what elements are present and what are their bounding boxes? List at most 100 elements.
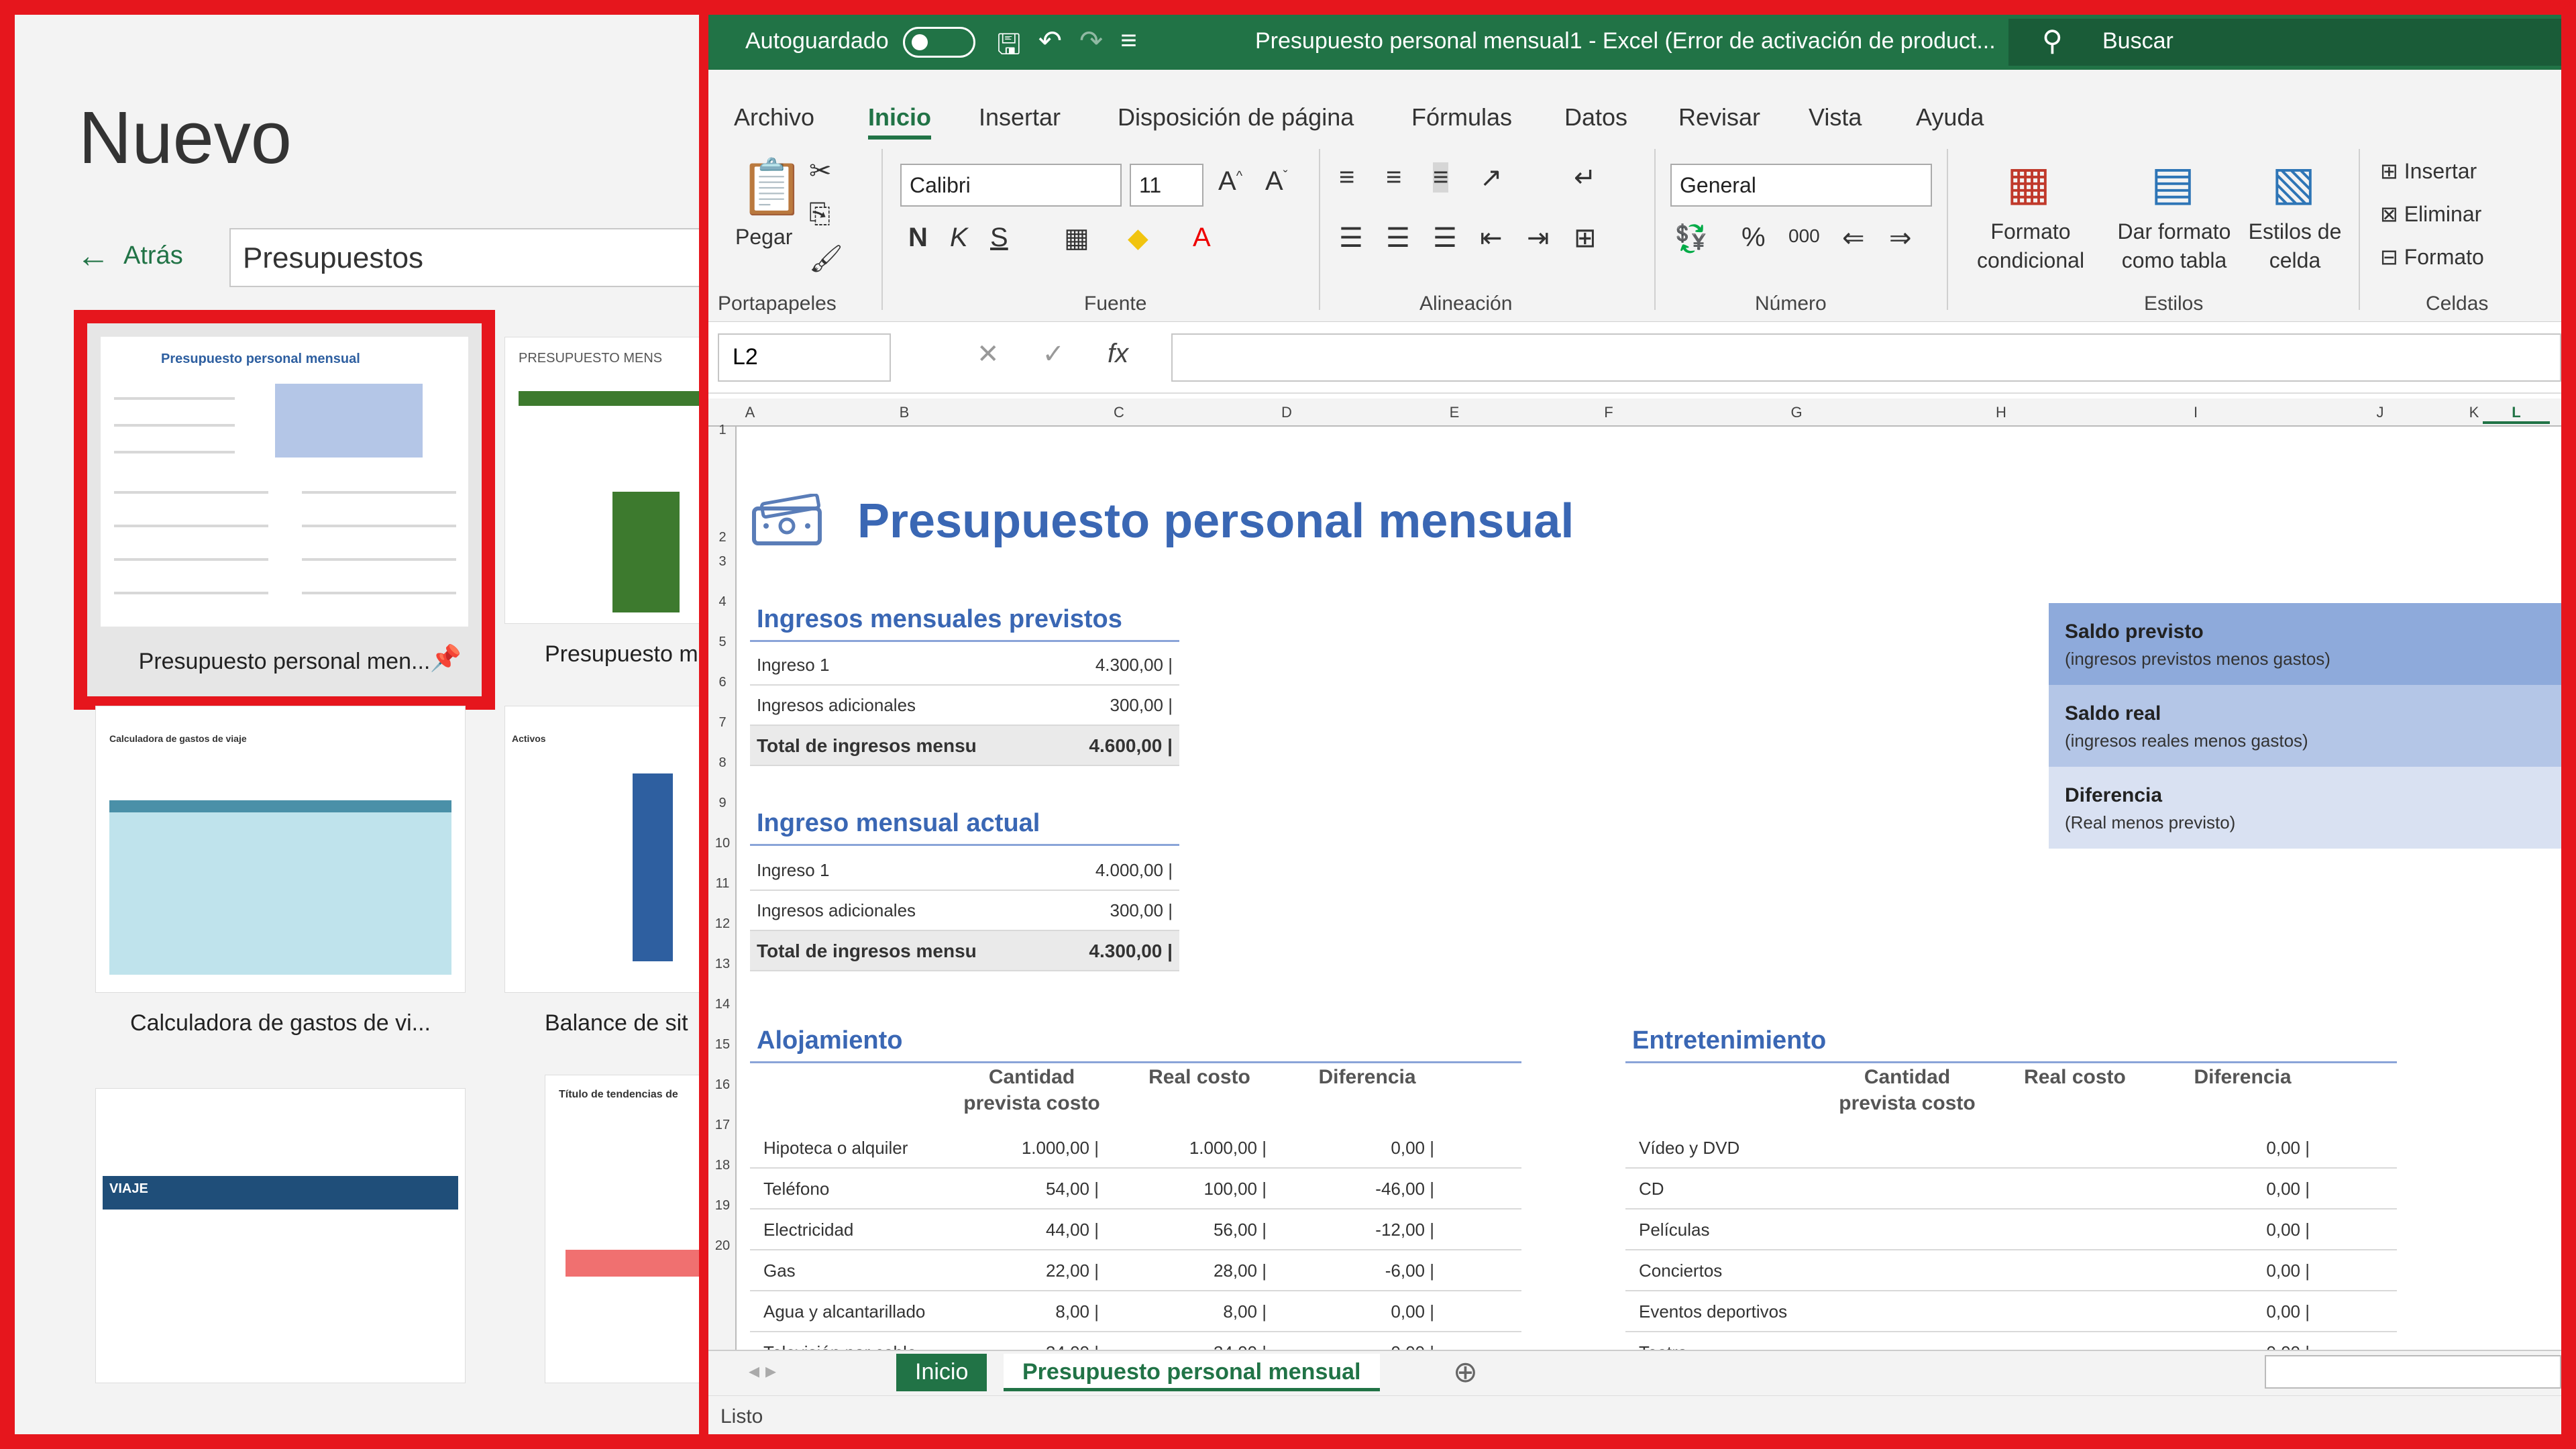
enter-icon[interactable]: ✓	[1042, 339, 1065, 370]
add-sheet-icon[interactable]: ⊕	[1453, 1355, 1478, 1389]
bold-button[interactable]: N	[908, 223, 928, 253]
row-label[interactable]: Total de ingresos mensu	[757, 735, 998, 757]
conditional-format-icon[interactable]: ▦	[2006, 156, 2051, 211]
formula-input[interactable]	[1171, 333, 2561, 382]
format-cells-button[interactable]: ⊟ Formato	[2380, 243, 2484, 272]
expense-label[interactable]: Vídeo y DVD	[1639, 1138, 1887, 1159]
expense-value[interactable]: 0,00 |	[2169, 1179, 2310, 1199]
expense-label[interactable]: Películas	[1639, 1220, 1887, 1240]
expense-value[interactable]: 100,00 |	[1126, 1179, 1267, 1199]
back-button[interactable]: ← Atrás	[76, 236, 183, 275]
customize-icon[interactable]: ≡	[1120, 24, 1137, 72]
expense-value[interactable]: 28,00 |	[1126, 1260, 1267, 1281]
conditional-format-button[interactable]: Formato condicional	[1960, 217, 2101, 275]
autosave-toggle[interactable]	[903, 27, 975, 58]
cut-icon[interactable]: ✂	[809, 156, 832, 186]
decrease-indent-icon[interactable]: ⇤	[1480, 223, 1503, 254]
row-header[interactable]: 4	[708, 594, 737, 610]
row-header[interactable]: 17	[708, 1118, 737, 1133]
thousands-icon[interactable]: 000	[1788, 225, 1820, 247]
column-header[interactable]: C	[1045, 404, 1193, 421]
row-header[interactable]: 6	[708, 675, 737, 690]
tab-vista[interactable]: Vista	[1809, 103, 1862, 131]
expense-value[interactable]: 0,00 |	[2169, 1138, 2310, 1159]
tab-datos[interactable]: Datos	[1564, 103, 1627, 131]
template-card[interactable]: Título de tendencias de	[545, 1075, 699, 1383]
align-right-icon[interactable]: ☰	[1433, 223, 1457, 254]
expense-value[interactable]: 0,00 |	[1293, 1138, 1434, 1159]
format-table-button[interactable]: Dar formato como tabla	[2104, 217, 2245, 275]
worksheet[interactable]: Presupuesto personal mensual Ingresos me…	[737, 427, 2561, 1352]
row-header[interactable]: 12	[708, 916, 737, 932]
row-value[interactable]: 4.000,00 |	[1005, 860, 1173, 881]
row-header[interactable]: 15	[708, 1037, 737, 1053]
tab-disposicion[interactable]: Disposición de página	[1118, 103, 1354, 131]
row-value[interactable]: 300,00 |	[1005, 900, 1173, 921]
italic-button[interactable]: K	[950, 223, 968, 253]
expense-value[interactable]: 54,00 |	[958, 1179, 1099, 1199]
align-top-icon[interactable]: ≡	[1339, 162, 1354, 193]
column-header[interactable]: K	[2467, 404, 2481, 421]
column-header[interactable]: I	[2098, 404, 2293, 421]
tab-scroll-icon[interactable]: ◂ ▸	[749, 1358, 776, 1383]
pin-icon[interactable]: 📌	[430, 644, 462, 674]
row-label[interactable]: Ingreso 1	[757, 860, 998, 881]
undo-icon[interactable]: ↶	[1038, 24, 1062, 72]
template-card[interactable]: PRESUPUESTO MENS Presupuesto me	[504, 337, 699, 667]
row-header[interactable]: 8	[708, 755, 737, 771]
format-table-icon[interactable]: ▤	[2151, 156, 2195, 211]
row-header[interactable]: 18	[708, 1158, 737, 1173]
expense-value[interactable]: 44,00 |	[958, 1220, 1099, 1240]
paste-icon[interactable]: 📋	[739, 156, 806, 219]
expense-value[interactable]: 1.000,00 |	[958, 1138, 1099, 1159]
expense-value[interactable]: 0,00 |	[1293, 1301, 1434, 1322]
column-header[interactable]: H	[1904, 404, 2098, 421]
align-left-icon[interactable]: ☰	[1339, 223, 1363, 254]
template-card[interactable]: VIAJE	[95, 1088, 466, 1383]
row-header[interactable]: 1	[708, 423, 737, 438]
expense-value[interactable]: -12,00 |	[1293, 1220, 1434, 1240]
cell-styles-button[interactable]: Estilos de celda	[2245, 217, 2345, 275]
column-header[interactable]: F	[1528, 404, 1689, 421]
copy-icon[interactable]: ⎘	[809, 199, 830, 229]
cell-styles-icon[interactable]: ▧	[2271, 156, 2316, 211]
tab-revisar[interactable]: Revisar	[1678, 103, 1760, 131]
row-label[interactable]: Ingresos adicionales	[757, 900, 998, 921]
row-header[interactable]: 9	[708, 796, 737, 811]
increase-decimal-icon[interactable]: ⇐	[1842, 223, 1865, 254]
row-label[interactable]: Ingresos adicionales	[757, 695, 998, 716]
grow-font-icon[interactable]: A^	[1218, 166, 1242, 197]
template-card[interactable]: Calculadora de gastos de viaje Calculado…	[95, 706, 466, 1036]
row-header[interactable]: 10	[708, 836, 737, 851]
tab-ayuda[interactable]: Ayuda	[1916, 103, 1984, 131]
font-size-select[interactable]: 11	[1130, 164, 1203, 207]
sheet-tab-presupuesto[interactable]: Presupuesto personal mensual	[1004, 1354, 1380, 1391]
template-card-selected[interactable]: Presupuesto personal mensual Presupuesto…	[74, 310, 495, 710]
fill-color-icon[interactable]: ◆	[1128, 223, 1148, 254]
tab-insertar[interactable]: Insertar	[979, 103, 1061, 131]
column-header[interactable]: A	[737, 404, 763, 421]
font-color-icon[interactable]: A	[1193, 223, 1211, 253]
tab-formulas[interactable]: Fórmulas	[1411, 103, 1512, 131]
expense-value[interactable]: -6,00 |	[1293, 1260, 1434, 1281]
font-name-select[interactable]: Calibri	[900, 164, 1122, 207]
currency-icon[interactable]: 💱	[1674, 223, 1708, 254]
row-header[interactable]: 20	[708, 1238, 737, 1254]
expense-value[interactable]: 0,00 |	[2169, 1301, 2310, 1322]
template-card[interactable]: Activos Balance de sit	[504, 706, 699, 1036]
row-header[interactable]: 3	[708, 554, 737, 570]
align-center-icon[interactable]: ☰	[1386, 223, 1410, 254]
column-header[interactable]: L	[2483, 404, 2550, 424]
name-box[interactable]: L2	[718, 333, 891, 382]
expense-value[interactable]: 8,00 |	[1126, 1301, 1267, 1322]
row-header[interactable]: 14	[708, 997, 737, 1012]
delete-cells-button[interactable]: ⊠ Eliminar	[2380, 200, 2481, 229]
template-search-input[interactable]: Presupuestos	[229, 228, 699, 287]
row-header[interactable]: 5	[708, 635, 737, 650]
expense-label[interactable]: CD	[1639, 1179, 1887, 1199]
orientation-icon[interactable]: ↗	[1480, 162, 1503, 193]
save-icon[interactable]: 🖫	[997, 24, 1021, 72]
column-header[interactable]: M	[2550, 404, 2561, 421]
expense-label[interactable]: Eventos deportivos	[1639, 1301, 1887, 1322]
format-painter-icon[interactable]: 🖌	[809, 243, 843, 274]
